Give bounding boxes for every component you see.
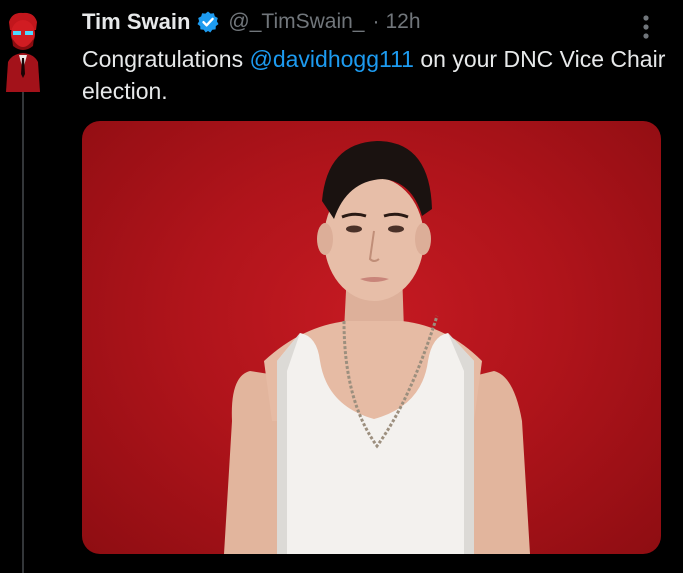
portrait-photo-illustration bbox=[224, 141, 530, 554]
red-figure-avatar-icon bbox=[0, 10, 46, 92]
mention-link[interactable]: @davidhogg111 bbox=[250, 46, 414, 72]
author-handle[interactable]: @_TimSwain_ bbox=[228, 10, 364, 34]
thread-line bbox=[22, 92, 24, 573]
avatar[interactable] bbox=[0, 10, 46, 92]
tweet-media-photo[interactable] bbox=[82, 121, 661, 554]
author-display-name[interactable]: Tim Swain bbox=[82, 9, 190, 35]
separator-dot: · bbox=[372, 10, 380, 33]
verified-badge-icon bbox=[196, 10, 220, 34]
tweet-timestamp[interactable]: 12h bbox=[386, 10, 421, 34]
tweet-header: Tim Swain @_TimSwain_ · 12h bbox=[82, 8, 421, 36]
tweet-text: Congratulations @davidhogg111 on your DN… bbox=[82, 43, 672, 107]
tweet-text-before: Congratulations bbox=[82, 46, 250, 72]
vertical-ellipsis-icon bbox=[643, 15, 649, 39]
more-options-button[interactable] bbox=[632, 10, 660, 44]
